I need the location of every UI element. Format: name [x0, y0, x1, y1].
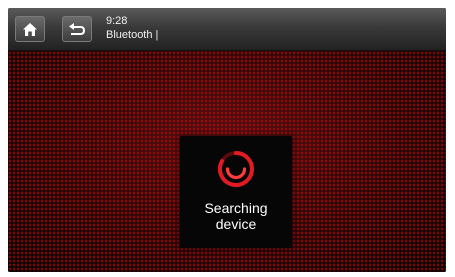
home-button[interactable] — [15, 16, 45, 42]
back-arrow-icon — [69, 23, 85, 35]
home-icon — [23, 22, 37, 36]
head-unit-screen: 9:28 Bluetooth Searching device — [8, 8, 446, 272]
back-button[interactable] — [62, 16, 92, 42]
message-line-2: device — [215, 216, 257, 232]
message-line-1: Searching — [204, 200, 268, 216]
main-content: Searching device — [8, 51, 446, 272]
top-bar: 9:28 Bluetooth — [8, 8, 446, 51]
searching-dialog: Searching device — [180, 136, 292, 248]
screen-title: Bluetooth — [106, 28, 158, 42]
clock-time: 9:28 — [106, 15, 128, 27]
searching-message: Searching device — [180, 200, 292, 232]
spinner-icon — [218, 151, 254, 187]
status-area: 9:28 Bluetooth — [106, 14, 158, 42]
